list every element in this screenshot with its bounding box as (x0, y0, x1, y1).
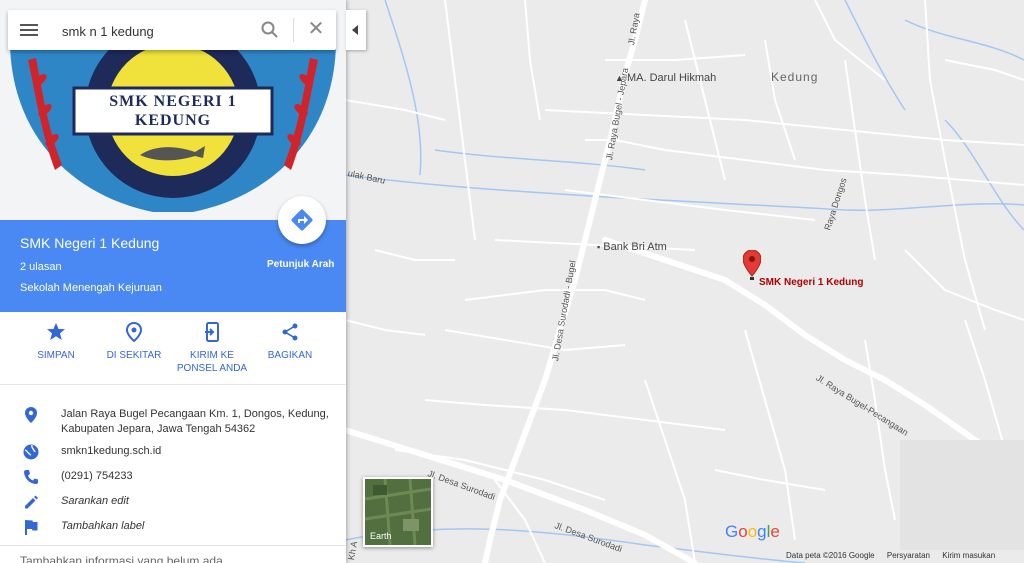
directions-button[interactable] (278, 196, 326, 244)
collapse-panel-button[interactable] (346, 10, 366, 50)
action-bar: SIMPAN DI SEKITAR KIRIM KE PONSEL ANDA B… (0, 312, 346, 385)
add-label-text: Tambahkan label (61, 520, 145, 532)
map-pin-label: SMK Negeri 1 Kedung (759, 277, 864, 288)
chevron-left-icon (352, 25, 358, 35)
globe-icon (23, 444, 39, 460)
website-row[interactable]: smkn1kedung.sch.id (0, 443, 346, 461)
add-missing-info-text: Tambahkan informasi yang belum ada (20, 554, 223, 563)
search-input[interactable] (60, 10, 254, 52)
save-button[interactable]: SIMPAN (16, 322, 96, 362)
map-canvas[interactable]: Kedung ▲ MA. Darul Hikmah ▪ Bank Bri Atm… (345, 0, 1024, 563)
map-footer: Data peta ©2016 Google Persyaratan Kirim… (786, 551, 1005, 563)
earth-label: Earth (370, 531, 392, 541)
address-text: Jalan Raya Bugel Pecangaan Km. 1, Dongos… (61, 408, 329, 435)
address-row[interactable]: Jalan Raya Bugel Pecangaan Km. 1, Dongos… (0, 406, 346, 436)
close-icon[interactable]: ✕ (306, 19, 326, 41)
star-icon (47, 323, 65, 340)
place-category[interactable]: Sekolah Menengah Kejuruan (20, 282, 162, 294)
flag-icon (25, 520, 38, 535)
search-box: ✕ (8, 10, 336, 52)
add-missing-info-row[interactable]: Tambahkan informasi yang belum ada (0, 545, 346, 563)
map-label-ma-darul-hikmah[interactable]: ▲ MA. Darul Hikmah (615, 72, 716, 84)
suggest-edit-row[interactable]: Sarankan edit (0, 493, 346, 511)
location-pin-icon (25, 407, 37, 423)
share-button[interactable]: BAGIKAN (250, 322, 330, 362)
menu-icon[interactable] (20, 21, 38, 39)
search-icon[interactable] (260, 20, 280, 40)
share-icon (282, 323, 298, 341)
directions-label[interactable]: Petunjuk Arah (267, 259, 334, 270)
logo-text-line1: SMK NEGERI 1 (109, 93, 237, 110)
map-label-kedung: Kedung (771, 70, 819, 84)
phone-text: (0291) 754233 (61, 470, 133, 482)
area-block (900, 440, 1024, 550)
send-to-phone-icon (205, 322, 219, 342)
atm-icon: ▪ (597, 242, 601, 252)
search-divider (293, 18, 294, 42)
reviews-link[interactable]: 2 ulasan (20, 261, 62, 273)
google-logo: Google (725, 522, 780, 541)
directions-icon (291, 209, 313, 231)
send-feedback-link[interactable]: Kirim masukan (942, 551, 995, 560)
website-text: smkn1kedung.sch.id (61, 445, 162, 457)
nearby-pin-icon (125, 321, 143, 343)
phone-row[interactable]: (0291) 754233 (0, 468, 346, 486)
pencil-icon (25, 495, 38, 509)
send-to-phone-button[interactable]: KIRIM KE PONSEL ANDA (172, 322, 252, 375)
phone-icon (24, 470, 38, 484)
suggest-edit-text: Sarankan edit (61, 495, 129, 507)
logo-text-line2: KEDUNG (134, 112, 212, 129)
earth-toggle[interactable]: Earth (363, 477, 433, 547)
place-title: SMK Negeri 1 Kedung (20, 235, 160, 251)
map-data-credit: Data peta ©2016 Google (786, 551, 875, 560)
map-label-bank-bri[interactable]: ▪ Bank Bri Atm (597, 241, 667, 253)
place-panel: SMK NEGERI 1 KEDUNG ✕ SMK Negeri 1 Kedun… (0, 0, 346, 563)
map-pin-icon (742, 249, 762, 280)
place-header: SMK Negeri 1 Kedung 2 ulasan Sekolah Men… (0, 196, 346, 312)
map-pin[interactable] (742, 249, 762, 280)
add-label-row[interactable]: Tambahkan label (0, 518, 346, 536)
terms-link[interactable]: Persyaratan (887, 551, 930, 560)
nearby-button[interactable]: DI SEKITAR (94, 321, 174, 362)
